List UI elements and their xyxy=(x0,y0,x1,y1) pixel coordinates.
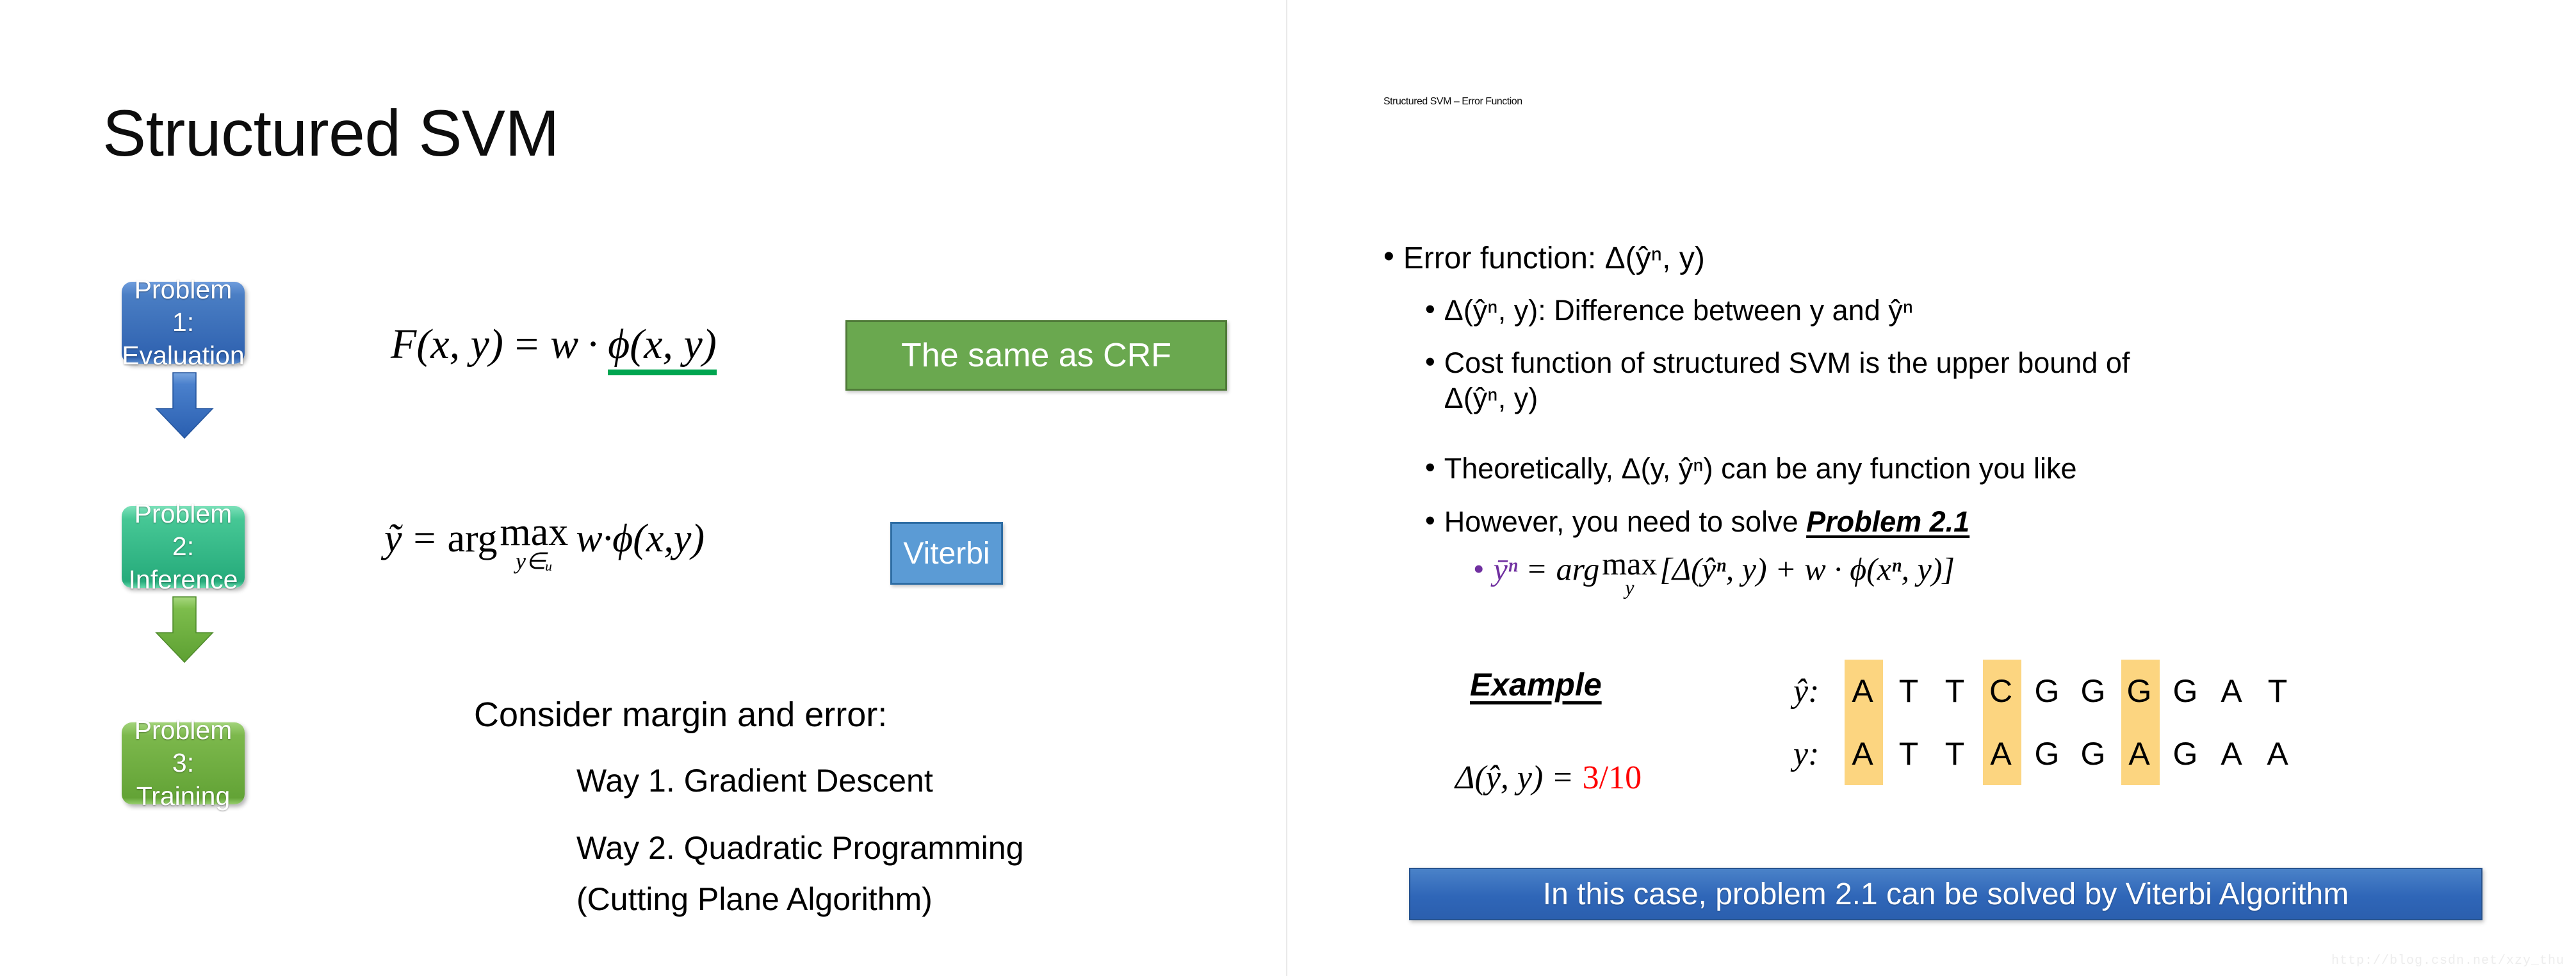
formula-evaluation-lhs: F(x, y) xyxy=(391,321,503,368)
flow-box-problem-1-line1: Problem 1: xyxy=(134,274,232,338)
sequence-label-y: y: xyxy=(1793,735,1820,772)
seq-cell: T xyxy=(1898,673,1919,709)
formula-problem-2-1-max-sub: y xyxy=(1625,576,1634,599)
seq-cell: T xyxy=(1944,673,1965,709)
bullet-cost-function-line2: Δ(ŷⁿ, y) xyxy=(1444,381,1538,414)
flow-box-problem-2-line1: Problem 2: xyxy=(134,498,232,562)
seq-cell: A xyxy=(1852,736,1873,772)
formula-inference-max-sub: y∈ᵤ xyxy=(515,548,553,574)
seq-cell: G xyxy=(2172,736,2198,772)
down-arrow-green-icon xyxy=(154,596,215,665)
bullet-difference: • Δ(ŷⁿ, y): Difference between y and ŷⁿ xyxy=(1425,293,2514,329)
way-2-label: Way 2. Quadratic Programming xyxy=(576,830,1024,866)
formula-problem-2-1-argmax: max y xyxy=(1602,548,1657,598)
formula-inference-argmax: max y∈ᵤ xyxy=(500,512,569,573)
delta-equation-eq: = xyxy=(1553,760,1572,796)
delta-equation-lhs: Δ(ŷ, y) xyxy=(1455,760,1544,796)
consider-margin-heading: Consider margin and error: xyxy=(474,695,888,734)
formula-problem-2-1-lhs: ȳⁿ xyxy=(1493,551,1518,587)
delta-equation: Δ(ŷ, y) = 3/10 xyxy=(1455,759,1642,797)
flow-box-problem-3-line1: Problem 3: xyxy=(134,715,232,778)
way-1-label: Way 1. Gradient Descent xyxy=(576,763,933,799)
problem-2-1-emphasis: Problem 2.1 xyxy=(1806,505,1970,538)
sequence-comparison: ŷ: A T T C G G G G A T y: A T T A G G A xyxy=(1793,660,2301,785)
formula-problem-2-1-arg: arg xyxy=(1556,551,1600,587)
seq-cell: G xyxy=(2034,673,2060,709)
formula-evaluation: F(x, y) = w · ϕ(x, y) xyxy=(391,320,717,375)
seq-cell: A xyxy=(2221,736,2242,772)
seq-cell: A xyxy=(2267,736,2288,772)
flow-box-problem-3-line2: Training xyxy=(136,781,231,811)
seq-cell: C xyxy=(1989,673,2013,709)
sequence-label-yhat: ŷ: xyxy=(1793,672,1820,710)
seq-cell: G xyxy=(2080,673,2106,709)
seq-cell: A xyxy=(1990,736,2012,772)
formula-inference-lhs: ỹ xyxy=(384,517,402,561)
left-slide-title: Structured SVM xyxy=(102,97,559,170)
bullet-marker: • xyxy=(1425,451,1435,484)
formula-inference-rhs: w·ϕ(x,y) xyxy=(576,517,705,561)
bullet-however: • However, you need to solve Problem 2.1 xyxy=(1425,505,2514,540)
bullet-marker: • xyxy=(1425,504,1435,537)
formula-inference-arg: arg xyxy=(447,517,498,561)
bullet-error-function: • Error function: Δ(ŷⁿ, y) xyxy=(1383,240,2472,278)
bullet-cost-function-line1: Cost function of structured SVM is the u… xyxy=(1444,346,2130,379)
bullet-difference-text: Δ(ŷⁿ, y): Difference between y and ŷⁿ xyxy=(1444,294,1914,327)
seq-cell: G xyxy=(2034,736,2060,772)
bullet-cost-function: • Cost function of structured SVM is the… xyxy=(1425,346,2463,416)
formula-inference-eq: = xyxy=(413,517,436,561)
seq-cell: T xyxy=(2267,673,2288,709)
example-label: Example xyxy=(1470,667,1602,703)
bullet-cost-function-body: Cost function of structured SVM is the u… xyxy=(1444,346,2463,416)
seq-cell: T xyxy=(1944,736,1965,772)
delta-equation-value: 3/10 xyxy=(1582,760,1642,796)
crf-badge[interactable]: The same as CRF xyxy=(845,320,1227,391)
viterbi-conclusion-banner[interactable]: In this case, problem 2.1 can be solved … xyxy=(1409,868,2482,920)
flow-box-problem-3[interactable]: Problem 3: Training xyxy=(122,715,245,811)
seq-cell: A xyxy=(2128,736,2150,772)
seq-cell: G xyxy=(2080,736,2106,772)
watermark: http://blog.csdn.net/xzy_thu xyxy=(2331,954,2564,968)
flow-box-problem-2[interactable]: Problem 2: Inference xyxy=(122,499,245,594)
flow-box-problem-2-line2: Inference xyxy=(128,564,238,594)
bullet-marker: • xyxy=(1425,345,1435,378)
slide-left: Structured SVM Problem 1: Evaluation Pro… xyxy=(0,0,1287,976)
formula-problem-2-1-max: max xyxy=(1602,546,1658,582)
seq-cell: G xyxy=(2126,673,2152,709)
formula-inference-max: max xyxy=(500,510,569,554)
purple-bullet-marker: • xyxy=(1473,551,1485,587)
bullet-however-prefix: However, you need to solve xyxy=(1444,505,1807,538)
bullet-theoretically-text: Theoretically, Δ(y, ŷⁿ) can be any funct… xyxy=(1444,452,2077,485)
bullet-error-function-text: Error function: Δ(ŷⁿ, y) xyxy=(1403,241,1705,275)
bullet-marker: • xyxy=(1383,240,1394,273)
formula-problem-2-1: • ȳⁿ = arg max y [Δ(ŷⁿ, y) + w · ϕ(xⁿ, y)] xyxy=(1473,548,1955,598)
formula-evaluation-eq: = xyxy=(514,321,539,368)
flow-box-problem-1[interactable]: Problem 1: Evaluation xyxy=(122,275,245,370)
formula-evaluation-phi: ϕ(x, y) xyxy=(608,321,717,375)
formula-problem-2-1-eq: = xyxy=(1528,551,1546,587)
formula-evaluation-dot: · xyxy=(586,321,601,368)
flow-box-problem-1-line2: Evaluation xyxy=(122,340,245,370)
formula-inference: ỹ = arg max y∈ᵤ w·ϕ(x,y) xyxy=(384,512,705,573)
sequence-row-yhat: ŷ: A T T C G G G G A T xyxy=(1793,660,2301,722)
bullet-however-body: However, you need to solve Problem 2.1 xyxy=(1444,505,2514,540)
sequence-row-y: y: A T T A G G A G A A xyxy=(1793,722,2301,785)
seq-cell: A xyxy=(1852,673,1873,709)
bullet-theoretically: • Theoretically, Δ(y, ŷⁿ) can be any fun… xyxy=(1425,451,2514,487)
right-slide-title: Structured SVM – Error Function xyxy=(1383,96,1522,107)
down-arrow-blue-icon xyxy=(154,371,215,441)
seq-cell: T xyxy=(1898,736,1919,772)
bullet-marker: • xyxy=(1425,293,1435,325)
seq-cell: A xyxy=(2221,673,2242,709)
way-2-sublabel: (Cutting Plane Algorithm) xyxy=(576,881,933,917)
formula-evaluation-w: w xyxy=(550,321,579,368)
slide-right xyxy=(1287,0,2576,976)
seq-cell: G xyxy=(2172,673,2198,709)
viterbi-badge-left[interactable]: Viterbi xyxy=(890,522,1003,585)
formula-problem-2-1-rhs: [Δ(ŷⁿ, y) + w · ϕ(xⁿ, y)] xyxy=(1659,551,1955,587)
slide-deck: Structured SVM Problem 1: Evaluation Pro… xyxy=(0,0,2576,976)
